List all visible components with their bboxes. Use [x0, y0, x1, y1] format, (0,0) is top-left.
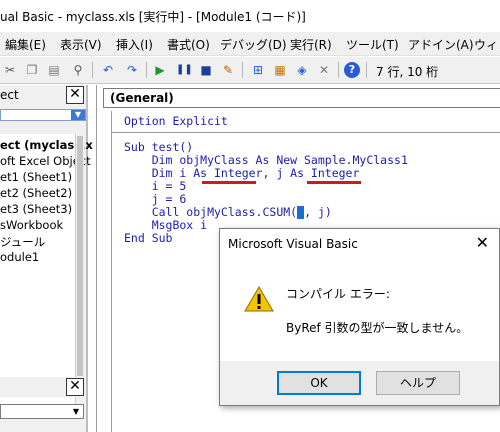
object-browser-icon[interactable]: ◈: [294, 62, 310, 78]
chevron-down-icon[interactable]: ▼: [69, 405, 83, 418]
code-call-suffix: , j): [304, 205, 332, 219]
warning-icon: [244, 286, 274, 312]
dialog-footer: OK ヘルプ: [220, 361, 499, 405]
compile-error-dialog: Microsoft Visual Basic ✕ コンパイル エラー: ByRe…: [219, 228, 500, 406]
code-line: j = 6: [124, 192, 187, 206]
tree-item-sheet2[interactable]: et2 (Sheet2): [0, 186, 72, 200]
code-line: Dim objMyClass As New Sample.MyClass1: [124, 153, 408, 167]
menu-view[interactable]: 表示(V): [60, 36, 102, 53]
toolbar-separator: [338, 62, 339, 78]
tree-item-sheet3[interactable]: et3 (Sheet3): [0, 202, 72, 216]
toolbar-separator: [92, 62, 93, 78]
standard-toolbar: ✂ ❐ ▤ ⚲ ↶ ↷ ▶ ❚❚ ■ ✎ ⊞ ▦ ◈ ✕ ? 7 行, 10 桁: [0, 57, 500, 84]
window-title: ual Basic - myclass.xls [実行中] - [Module1…: [0, 10, 306, 24]
project-pane-close-button[interactable]: ✕: [66, 86, 84, 104]
object-select[interactable]: (General): [103, 88, 500, 108]
project-pane-title: ect: [0, 88, 19, 102]
menu-tools[interactable]: ツール(T): [346, 36, 399, 53]
error-underline: [307, 181, 361, 184]
dialog-body: コンパイル エラー: ByRef 引数の型が一致しません。: [220, 261, 499, 361]
left-pane: ect ✕ ▼ ect (myclass.x oft Excel Object …: [0, 85, 93, 432]
code-line: MsgBox i: [124, 218, 208, 232]
menu-window[interactable]: ウィン: [474, 36, 500, 53]
menu-edit[interactable]: 編集(E): [5, 36, 46, 53]
object-select-value: (General): [110, 91, 174, 105]
properties-pane-header: ✕: [0, 377, 86, 397]
code-line: Option Explicit: [124, 114, 228, 128]
tree-item-modules[interactable]: ジュール: [0, 234, 45, 250]
ok-button[interactable]: OK: [277, 371, 361, 395]
code-call-prefix: Call objMyClass.CSUM(: [124, 205, 298, 219]
error-underline: [202, 181, 256, 184]
properties-object-select[interactable]: ▼: [0, 404, 84, 419]
procedure-separator: [112, 132, 500, 133]
run-icon[interactable]: ▶: [152, 62, 168, 78]
tree-item-module1[interactable]: odule1: [0, 250, 39, 264]
copy-icon[interactable]: ❐: [24, 62, 40, 78]
undo-icon[interactable]: ↶: [100, 62, 116, 78]
toolbar-separator: [242, 62, 243, 78]
tree-item-thisworkbook[interactable]: sWorkbook: [0, 218, 63, 232]
title-bar: ual Basic - myclass.xls [実行中] - [Module1…: [0, 0, 500, 32]
help-button[interactable]: ヘルプ: [376, 371, 460, 395]
chevron-down-icon[interactable]: ▼: [71, 110, 85, 120]
dialog-message: ByRef 引数の型が一致しません。: [286, 321, 469, 335]
menu-debug[interactable]: デバッグ(D): [220, 36, 287, 53]
design-mode-icon[interactable]: ✎: [220, 62, 236, 78]
cut-icon[interactable]: ✂: [2, 62, 18, 78]
find-icon[interactable]: ⚲: [70, 62, 86, 78]
tree-scrollbar[interactable]: [75, 134, 84, 407]
tree-item-sheet1[interactable]: et1 (Sheet1): [0, 170, 72, 184]
project-explorer-icon[interactable]: ⊞: [250, 62, 266, 78]
stop-icon[interactable]: ■: [198, 62, 214, 78]
project-pane-header: ect ✕: [0, 85, 86, 105]
menu-insert[interactable]: 挿入(I): [116, 36, 153, 53]
code-line: Sub test(): [124, 140, 194, 154]
menu-addins[interactable]: アドイン(A): [408, 36, 474, 53]
toolbar-separator: [146, 62, 147, 78]
project-tree: ect (myclass.x oft Excel Object et1 (She…: [0, 134, 93, 407]
menu-bar: 編集(E) 表示(V) 挿入(I) 書式(O) デバッグ(D) 実行(R) ツー…: [0, 32, 500, 56]
code-line: Dim i As Integer, j As Integer: [124, 166, 360, 180]
menu-run[interactable]: 実行(R): [290, 36, 332, 53]
pause-icon[interactable]: ❚❚: [176, 62, 193, 78]
dialog-heading: コンパイル エラー:: [286, 287, 390, 301]
redo-icon[interactable]: ↷: [124, 62, 140, 78]
toolbar-separator: [366, 62, 367, 78]
project-pane-toolbar: ▼: [0, 109, 86, 121]
toolbox-icon[interactable]: ✕: [316, 62, 332, 78]
paste-icon[interactable]: ▤: [46, 62, 62, 78]
dialog-title: Microsoft Visual Basic: [228, 237, 358, 251]
code-line: i = 5: [124, 179, 187, 193]
menu-format[interactable]: 書式(O): [167, 36, 210, 53]
dialog-close-button[interactable]: ✕: [476, 234, 489, 252]
cursor-position-status: 7 行, 10 桁: [376, 65, 439, 79]
scrollbar-thumb[interactable]: [77, 136, 83, 376]
properties-icon[interactable]: ▦: [272, 62, 288, 78]
code-line-call: Call objMyClass.CSUM( , j): [124, 205, 332, 219]
code-line: End Sub: [124, 231, 173, 245]
properties-pane-close-button[interactable]: ✕: [66, 378, 84, 396]
help-icon[interactable]: ?: [344, 62, 360, 78]
